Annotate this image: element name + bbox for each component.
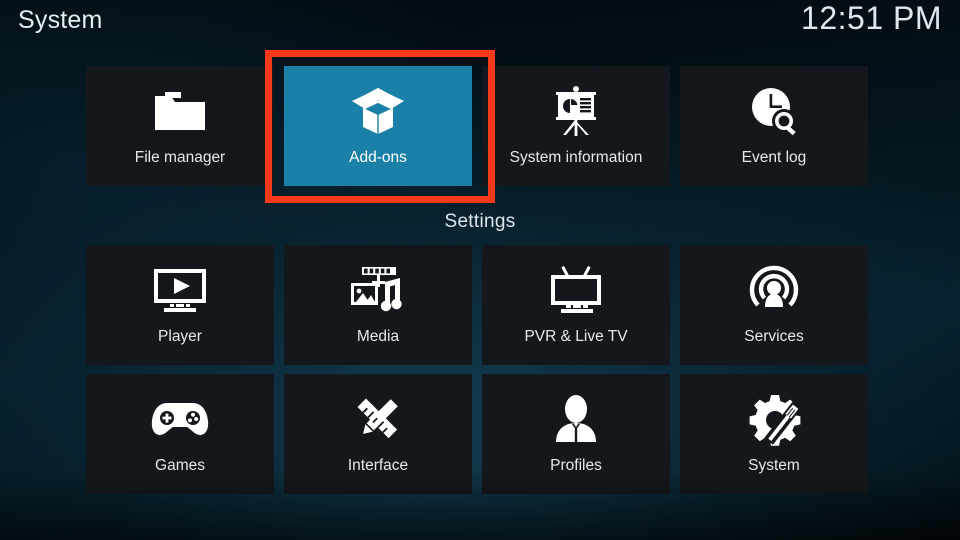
tile-media[interactable]: Media [284,245,472,365]
tile-label: Interface [347,457,409,474]
media-collage-icon [345,261,411,319]
open-box-icon [345,82,411,140]
tv-antenna-icon [543,261,609,319]
tile-pvr-live-tv[interactable]: PVR & Live TV [482,245,670,365]
folder-icon [147,82,213,140]
top-row: File manager Add-ons System information … [86,66,874,186]
presentation-icon [543,82,609,140]
monitor-play-icon [147,261,213,319]
tile-label: System [748,457,800,474]
tile-label: Player [158,328,202,345]
broadcast-icon [741,261,807,319]
tile-label: Games [155,457,205,474]
tile-label: Add-ons [349,149,407,166]
tile-label: System information [509,149,643,166]
tile-games[interactable]: Games [86,374,274,494]
tile-label: Profiles [550,457,602,474]
tile-file-manager[interactable]: File manager [86,66,274,186]
gear-tool-icon [741,390,807,448]
kodi-system-screen: System 12:51 PM File manager Add-ons Sys… [0,0,960,540]
top-bar: System 12:51 PM [0,0,960,56]
tile-system[interactable]: System [680,374,868,494]
tile-event-log[interactable]: Event log [680,66,868,186]
tile-label: Services [744,328,804,345]
pencil-ruler-icon [345,390,411,448]
tile-interface[interactable]: Interface [284,374,472,494]
gamepad-icon [147,390,213,448]
tile-label: File manager [134,149,226,166]
tile-services[interactable]: Services [680,245,868,365]
tile-add-ons[interactable]: Add-ons [284,66,472,186]
clock-search-icon [741,82,807,140]
page-title: System [18,6,103,34]
settings-row-1: Player Media PVR & Live TV Services [86,245,874,365]
settings-section-label: Settings [444,211,516,232]
tile-label: PVR & Live TV [524,328,628,345]
person-icon [543,390,609,448]
tile-player[interactable]: Player [86,245,274,365]
clock: 12:51 PM [801,0,942,36]
tile-label: Event log [741,149,807,166]
tile-label: Media [356,328,400,345]
tile-system-information[interactable]: System information [482,66,670,186]
tile-profiles[interactable]: Profiles [482,374,670,494]
settings-row-2: Games Interface Profiles System [86,374,874,494]
